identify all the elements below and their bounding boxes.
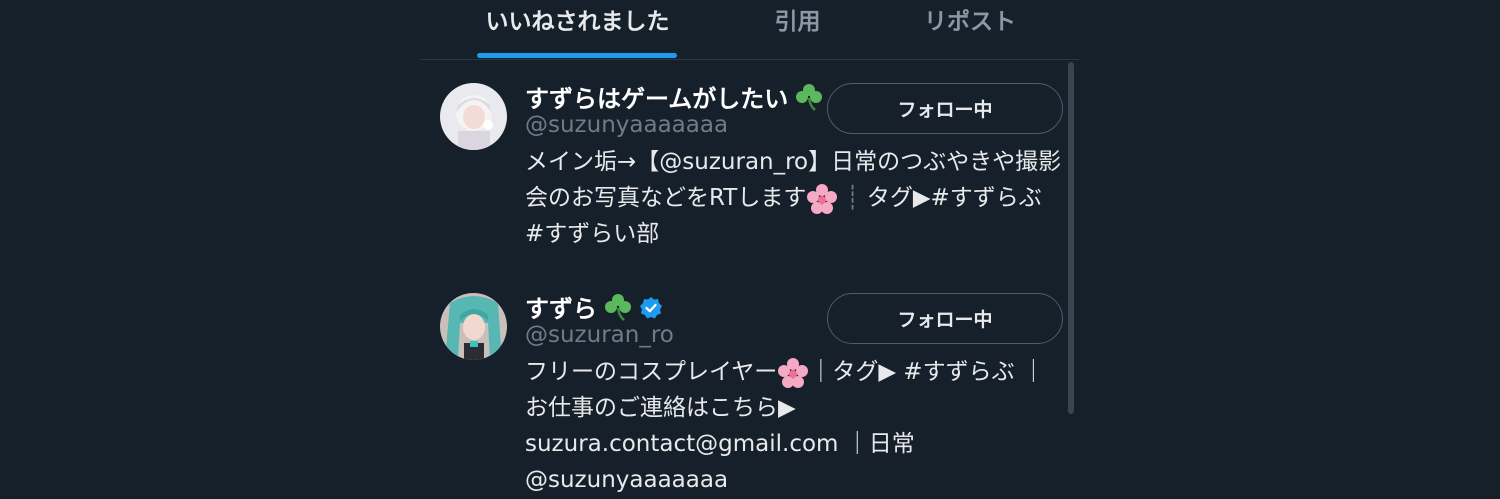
user-name-row[interactable]: すずら [525,289,663,324]
user-name-row[interactable]: すずらはゲームがしたい [525,79,824,114]
user-list-item[interactable]: すずらはゲームがしたい @suzunyaaaaaaa フォロー中 メイン垢→【@… [420,62,1070,262]
user-bio: メイン垢→【@suzuran_ro】日常のつぶやきや撮影会のお写真などをRTしま… [525,144,1065,252]
user-list-item[interactable]: すずら @suzuran_ro フォロー中 フリーのコスプレイヤー ｜タグ▶ #… [420,272,1070,499]
tab-liked[interactable]: いいねされました [460,6,695,46]
shamrock-icon [794,82,824,112]
shamrock-icon [603,292,633,322]
tab-quotes[interactable]: 引用 [750,6,845,46]
cherry-blossom-icon [777,357,809,388]
verified-badge-icon[interactable] [639,293,663,321]
cherry-blossom-icon [806,183,838,214]
tab-bar: いいねされました 引用 リポスト [420,0,1080,60]
active-tab-indicator [477,53,677,58]
following-button[interactable]: フォロー中 [827,293,1063,344]
user-handle: @suzuran_ro [525,322,674,348]
tab-reposts[interactable]: リポスト [900,6,1040,46]
following-button[interactable]: フォロー中 [827,83,1063,134]
avatar[interactable] [440,293,507,360]
user-handle: @suzunyaaaaaaa [525,112,729,138]
bio-text: フリーのコスプレイヤー [525,359,778,385]
avatar[interactable] [440,83,507,150]
user-name[interactable]: すずらはゲームがしたい [525,79,788,114]
bio-divider: ┊ [838,185,867,211]
user-name[interactable]: すずら [525,289,597,324]
user-bio: フリーのコスプレイヤー ｜タグ▶ #すずらぶ ｜お仕事のご連絡はこちら▶ suz… [525,354,1065,498]
